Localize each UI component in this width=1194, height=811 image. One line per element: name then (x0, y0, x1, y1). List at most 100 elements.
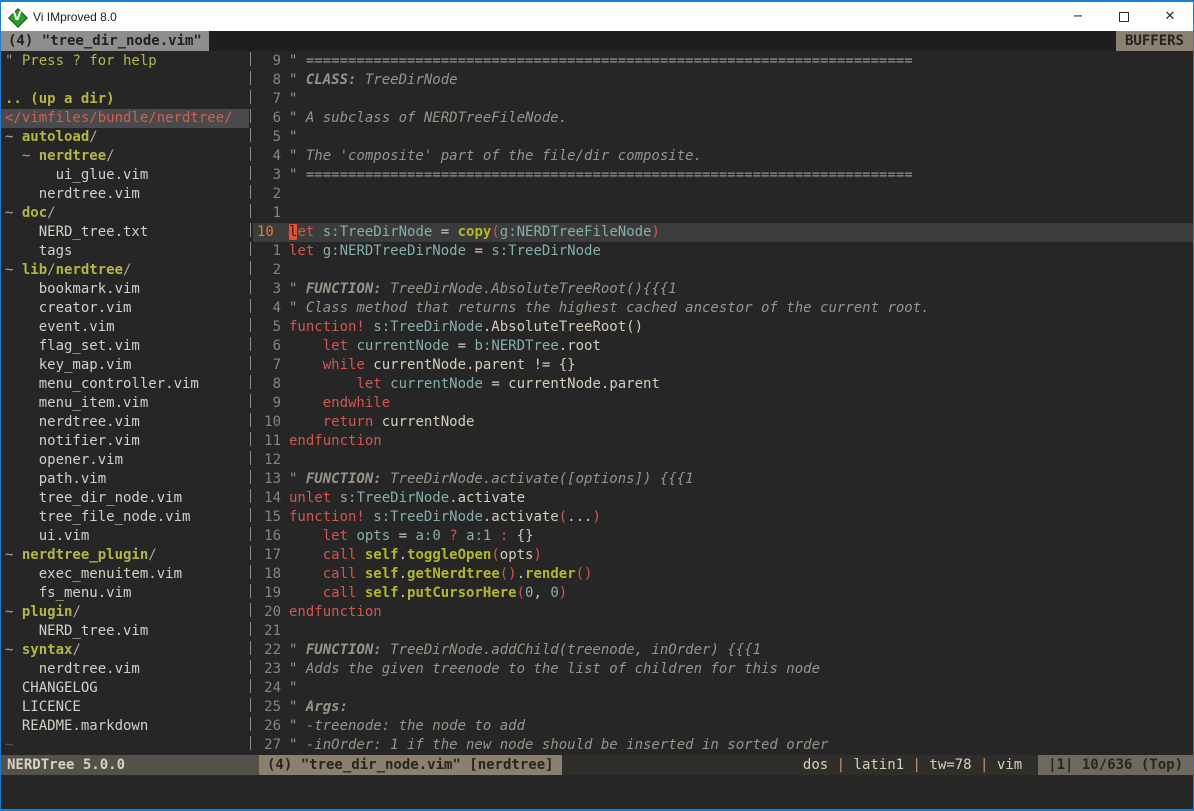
code-line[interactable]: 21 (253, 622, 1193, 641)
tree-item[interactable]: " Press ? for help (1, 52, 249, 71)
code-line[interactable]: 7" (253, 90, 1193, 109)
code-line[interactable]: 13" FUNCTION: TreeDirNode.activate([opti… (253, 470, 1193, 489)
tree-item[interactable]: README.markdown (1, 717, 249, 736)
code-line[interactable]: 3" =====================================… (253, 166, 1193, 185)
code-line[interactable]: 14unlet s:TreeDirNode.activate (253, 489, 1193, 508)
tree-item[interactable]: path.vim (1, 470, 249, 489)
statusbar: NERDTree 5.0.0 (4) "tree_dir_node.vim" [… (1, 755, 1193, 775)
code-line[interactable]: 2 (253, 261, 1193, 280)
code-line[interactable]: 27" -inOrder: 1 if the new node should b… (253, 736, 1193, 755)
token: {} (508, 528, 533, 544)
token: " Adds the given treenode to the list of… (289, 661, 820, 677)
code-line-current[interactable]: 10let s:TreeDirNode = copy(g:NERDTreeFil… (253, 223, 1193, 242)
tree-item[interactable] (1, 71, 249, 90)
buffers-menu-button[interactable]: BUFFERS (1116, 31, 1193, 51)
tree-item[interactable]: exec_menuitem.vim (1, 565, 249, 584)
token: nerdtree.vim (5, 186, 140, 202)
tree-item[interactable]: nerdtree.vim (1, 660, 249, 679)
close-icon[interactable]: ✕ (1147, 2, 1193, 31)
tree-item[interactable]: NERD_tree.vim (1, 622, 249, 641)
code-line[interactable]: 25" Args: (253, 698, 1193, 717)
code-line[interactable]: 8 let currentNode = currentNode.parent (253, 375, 1193, 394)
command-line-area[interactable] (1, 775, 1193, 809)
token: CHANGELOG (5, 680, 98, 696)
tree-item[interactable]: ui.vim (1, 527, 249, 546)
code-line[interactable]: 3" FUNCTION: TreeDirNode.AbsoluteTreeRoo… (253, 280, 1193, 299)
code-editor: 9" =====================================… (253, 51, 1193, 755)
tree-item[interactable]: tree_dir_node.vim (1, 489, 249, 508)
code-line[interactable]: 9 endwhile (253, 394, 1193, 413)
window-split-separator[interactable] (249, 51, 253, 755)
line-number: 22 (253, 641, 281, 660)
tree-item[interactable]: ~ plugin/ (1, 603, 249, 622)
code-line[interactable]: 6" A subclass of NERDTreeFileNode. (253, 109, 1193, 128)
tree-item[interactable]: event.vim (1, 318, 249, 337)
tree-item[interactable]: tree_file_node.vim (1, 508, 249, 527)
code-line[interactable]: 2 (253, 185, 1193, 204)
code-line[interactable]: 16 let opts = a:0 ? a:1 : {} (253, 527, 1193, 546)
code-line[interactable]: 4" Class method that returns the highest… (253, 299, 1193, 318)
code-line[interactable]: 20endfunction (253, 603, 1193, 622)
tree-item[interactable]: fs_menu.vim (1, 584, 249, 603)
code-line[interactable]: 23" Adds the given treenode to the list … (253, 660, 1193, 679)
code-line[interactable]: 11endfunction (253, 432, 1193, 451)
code-text: " FUNCTION: TreeDirNode.activate([option… (289, 470, 694, 489)
tree-item[interactable]: tags (1, 242, 249, 261)
code-line[interactable]: 8" CLASS: TreeDirNode (253, 71, 1193, 90)
token: tree_dir_node.vim (5, 490, 182, 506)
active-buffer-tab[interactable]: (4) "tree_dir_node.vim" (1, 31, 209, 51)
code-line[interactable]: 9" =====================================… (253, 52, 1193, 71)
tree-item[interactable]: ~ autoload/ (1, 128, 249, 147)
tree-item[interactable]: NERD_tree.txt (1, 223, 249, 242)
tree-item[interactable]: .. (up a dir) (1, 90, 249, 109)
tree-item[interactable]: LICENCE (1, 698, 249, 717)
tree-item[interactable]: CHANGELOG (1, 679, 249, 698)
code-text: " Adds the given treenode to the list of… (289, 660, 820, 679)
token: " A subclass of NERDTreeFileNode. (289, 110, 567, 126)
tree-item[interactable]: ~ lib/nerdtree/ (1, 261, 249, 280)
tree-item[interactable]: opener.vim (1, 451, 249, 470)
tree-item[interactable]: ~ syntax/ (1, 641, 249, 660)
tree-item[interactable]: bookmark.vim (1, 280, 249, 299)
tree-item[interactable]: ~ (1, 736, 249, 755)
token: / (148, 547, 156, 563)
tree-item[interactable]: ui_glue.vim (1, 166, 249, 185)
token: ~ (5, 604, 22, 620)
token: ( (559, 509, 567, 525)
tree-item[interactable]: creator.vim (1, 299, 249, 318)
tree-item[interactable]: ~ nerdtree_plugin/ (1, 546, 249, 565)
tree-item[interactable]: key_map.vim (1, 356, 249, 375)
token: render (525, 566, 576, 582)
code-line[interactable]: 18 call self.getNerdtree().render() (253, 565, 1193, 584)
tree-item[interactable]: nerdtree.vim (1, 185, 249, 204)
tree-item[interactable]: ~ doc/ (1, 204, 249, 223)
code-line[interactable]: 15function! s:TreeDirNode.activate(...) (253, 508, 1193, 527)
tree-item[interactable]: menu_controller.vim (1, 375, 249, 394)
tree-item[interactable]: menu_item.vim (1, 394, 249, 413)
code-line[interactable]: 7 while currentNode.parent != {} (253, 356, 1193, 375)
token: putCursorHere (407, 585, 517, 601)
tree-item[interactable]: nerdtree.vim (1, 413, 249, 432)
token: " (5, 53, 22, 69)
code-line[interactable]: 10 return currentNode (253, 413, 1193, 432)
token: TreeDirNode.addChild(treenode, inOrder) … (382, 642, 761, 658)
tree-item[interactable]: notifier.vim (1, 432, 249, 451)
maximize-icon[interactable] (1101, 2, 1147, 31)
token (382, 376, 390, 392)
tree-item[interactable]: flag_set.vim (1, 337, 249, 356)
tree-item-selected[interactable]: </vimfiles/bundle/nerdtree/ (1, 109, 249, 128)
code-line[interactable]: 24" (253, 679, 1193, 698)
code-line[interactable]: 22" FUNCTION: TreeDirNode.addChild(treen… (253, 641, 1193, 660)
code-line[interactable]: 1 (253, 204, 1193, 223)
minimize-icon[interactable]: − (1055, 2, 1101, 31)
code-line[interactable]: 1let g:NERDTreeDirNode = s:TreeDirNode (253, 242, 1193, 261)
code-line[interactable]: 6 let currentNode = b:NERDTree.root (253, 337, 1193, 356)
code-line[interactable]: 26" -treenode: the node to add (253, 717, 1193, 736)
tree-item[interactable]: ~ nerdtree/ (1, 147, 249, 166)
code-line[interactable]: 19 call self.putCursorHere(0, 0) (253, 584, 1193, 603)
code-line[interactable]: 5" (253, 128, 1193, 147)
code-line[interactable]: 4" The 'composite' part of the file/dir … (253, 147, 1193, 166)
code-line[interactable]: 5function! s:TreeDirNode.AbsoluteTreeRoo… (253, 318, 1193, 337)
code-line[interactable]: 12 (253, 451, 1193, 470)
code-line[interactable]: 17 call self.toggleOpen(opts) (253, 546, 1193, 565)
